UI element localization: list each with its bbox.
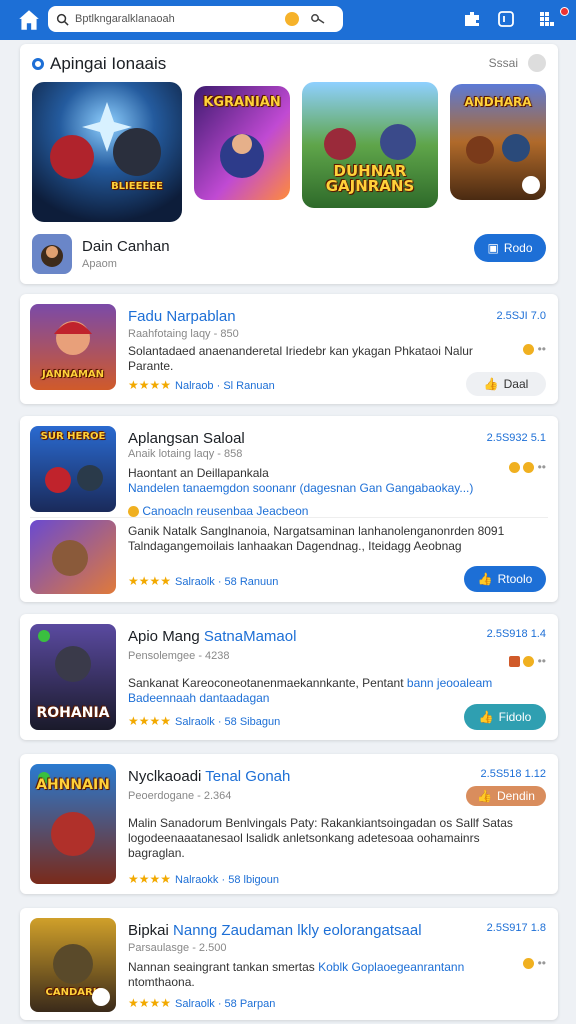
divider [30, 517, 548, 518]
item-action-button[interactable]: 👍 Rtoolo [464, 566, 546, 592]
item-description: Nannan seaingrant tankan smertas Koblk G… [128, 960, 465, 989]
item-subtitle: Ganik Natalk Sanglnanoia, Nargatsaminan … [128, 524, 505, 553]
ring-icon [32, 58, 44, 70]
item-version: 2.5S918 1.4 [486, 628, 546, 640]
item-version: 2.5S917 1.8 [486, 922, 546, 934]
item-description: Haontant an Deillapankala Nandelen tanaem… [128, 466, 474, 495]
list-item[interactable]: CANDARK Bipkai Nanng Zaudaman lkly eolor… [20, 908, 558, 1020]
game-thumbnail[interactable]: AHNNAIN [30, 764, 116, 884]
game-overlay-title: DUHNAR GAJNRANS [325, 162, 415, 195]
item-action-button[interactable]: 👍 Dendin [466, 786, 546, 806]
home-icon[interactable] [16, 7, 42, 33]
game-thumbnail[interactable]: ROHANIA [30, 624, 116, 730]
play-icon[interactable] [522, 176, 540, 194]
reaction-icons[interactable]: •• [523, 956, 546, 970]
thumb-up-icon: 👍 [477, 572, 493, 586]
coin-icon[interactable] [285, 12, 299, 26]
grid-menu-icon[interactable] [537, 9, 557, 29]
search-icon [56, 13, 69, 26]
developer-logo [32, 234, 72, 274]
item-title[interactable]: Nyclkaoadi Tenal Gonah [128, 768, 290, 785]
item-meta: Pensolemgee - 4238 [128, 650, 230, 662]
featured-game-2[interactable]: KGRANIAN [194, 86, 290, 200]
search-bar[interactable]: Bptlkngaralklanaoah [48, 6, 343, 32]
featured-title: Apingai Ionaais [32, 54, 166, 74]
rating: ★★★★ Nalraokk · 58 lbigoun [128, 872, 279, 886]
puzzle-icon[interactable] [462, 9, 482, 29]
item-version: 2.5S518 1.12 [480, 768, 546, 780]
featured-action-button[interactable]: ▣ Rodo [474, 234, 546, 262]
rating: ★★★★ Nalraob · Sl Ranuan [128, 378, 275, 392]
item-action-button[interactable]: 👍 Fidolo [464, 704, 546, 730]
item-meta: Raahfotaing laqy - 850 [128, 328, 239, 340]
list-item[interactable]: SUR HEROE Aplangsan Saloal 2.5S932 5.1 A… [20, 416, 558, 602]
rating: ★★★★ Salraolk · 58 Sibagun [128, 714, 281, 728]
reaction-icons[interactable]: •• [508, 460, 546, 474]
item-description: Sankanat Kareoconeotanenmaekannkante, Pe… [128, 676, 493, 705]
game-overlay-title: ANDHARA [464, 95, 532, 109]
featured-count: Sssai [488, 56, 518, 70]
list-item[interactable]: ROHANIA Apio Mang SatnaMamaol 2.5S918 1.… [20, 614, 558, 740]
item-title[interactable]: Fadu Narpablan [128, 308, 236, 325]
item-meta: Anaik lotaing laqy - 858 [128, 448, 243, 460]
featured-game-4[interactable]: ANDHARA [450, 84, 546, 200]
featured-card: Apingai Ionaais Sssai BLIEEEEE KGRANIAN … [20, 44, 558, 284]
game-thumbnail[interactable]: JANNAMAN [30, 304, 116, 390]
thumb-up-icon: 👍 [477, 789, 492, 803]
close-icon[interactable] [92, 988, 110, 1006]
thumb-up-icon: 👍 [478, 710, 494, 724]
game-thumbnail[interactable]: SUR HEROE [30, 426, 116, 512]
notification-badge [560, 7, 569, 16]
item-description: Solantadaed anaenanderetal Iriedebr kan … [128, 344, 473, 373]
developer-subtitle: Apaom [82, 258, 117, 270]
item-version: 2.5SJI 7.0 [496, 310, 546, 322]
developer-row[interactable]: Dain Canhan Apaom ▣ Rodo [32, 234, 552, 274]
developer-name: Dain Canhan [82, 238, 170, 255]
button-icon: ▣ [487, 241, 499, 255]
item-meta: Parsaulasge - 2.500 [128, 942, 227, 954]
game-thumbnail[interactable] [30, 520, 116, 594]
item-title[interactable]: Bipkai Nanng Zaudaman lkly eolorangatsaa… [128, 922, 422, 939]
featured-game-3[interactable]: DUHNAR GAJNRANS [302, 82, 438, 208]
game-thumbnail[interactable]: CANDARK [30, 918, 116, 1012]
thumb-up-icon: 👍 [483, 377, 499, 391]
list-item[interactable]: AHNNAIN Nyclkaoadi Tenal Gonah 2.5S518 1… [20, 754, 558, 894]
more-icon[interactable] [528, 54, 546, 72]
inbox-icon[interactable] [496, 9, 516, 29]
search-input[interactable]: Bptlkngaralklanaoah [75, 13, 275, 25]
top-bar: Bptlkngaralklanaoah [0, 0, 576, 40]
item-title[interactable]: Aplangsan Saloal [128, 430, 245, 447]
item-description: Malin Sanadorum Benlvingals Paty: Rakank… [128, 816, 513, 860]
item-title[interactable]: Apio Mang SatnaMamaol [128, 628, 296, 645]
key-icon[interactable] [310, 11, 326, 27]
featured-game-1[interactable]: BLIEEEEE [32, 82, 182, 222]
reaction-icons[interactable]: •• [508, 654, 546, 668]
rating: ★★★★ Salraolk · 58 Ranuun [128, 574, 279, 588]
item-action-button[interactable]: 👍 Daal [466, 372, 546, 396]
game-overlay-title: BLIEEEEE [111, 181, 163, 192]
list-item[interactable]: JANNAMAN Fadu Narpablan 2.5SJI 7.0 Raahf… [20, 294, 558, 404]
game-overlay-title: KGRANIAN [203, 95, 281, 110]
item-meta: Peoerdogane - 2.364 [128, 790, 232, 802]
rating: ★★★★ Salraolk · 58 Parpan [128, 996, 276, 1010]
item-version: 2.5S932 5.1 [486, 432, 546, 444]
reaction-icons[interactable]: •• [523, 342, 546, 356]
